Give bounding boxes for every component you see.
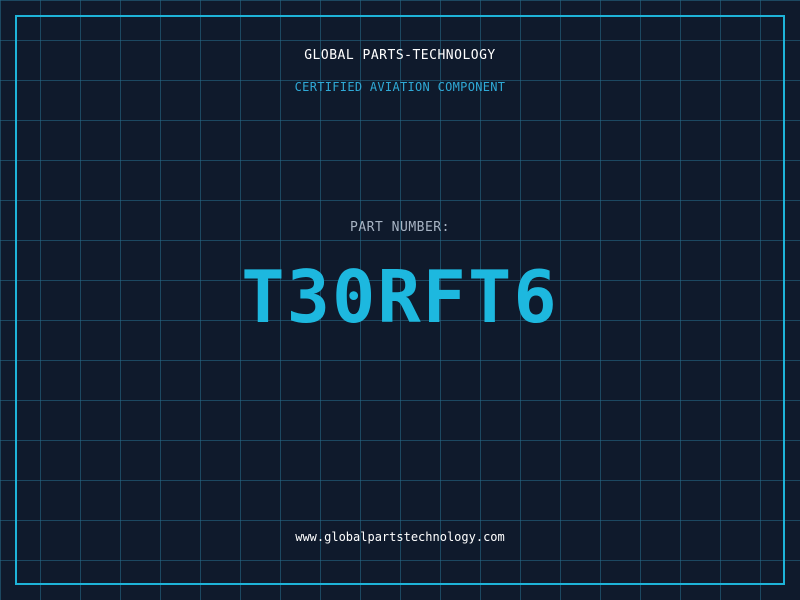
part-number-label: PART NUMBER:: [350, 220, 450, 235]
certification-subtitle: CERTIFIED AVIATION COMPONENT: [294, 80, 506, 94]
label-card: GLOBAL PARTS-TECHNOLOGY CERTIFIED AVIATI…: [0, 0, 800, 600]
company-name: GLOBAL PARTS-TECHNOLOGY: [304, 48, 496, 63]
website-url: www.globalpartstechnology.com: [295, 530, 505, 544]
part-number-value: T30RFT6: [241, 255, 559, 339]
